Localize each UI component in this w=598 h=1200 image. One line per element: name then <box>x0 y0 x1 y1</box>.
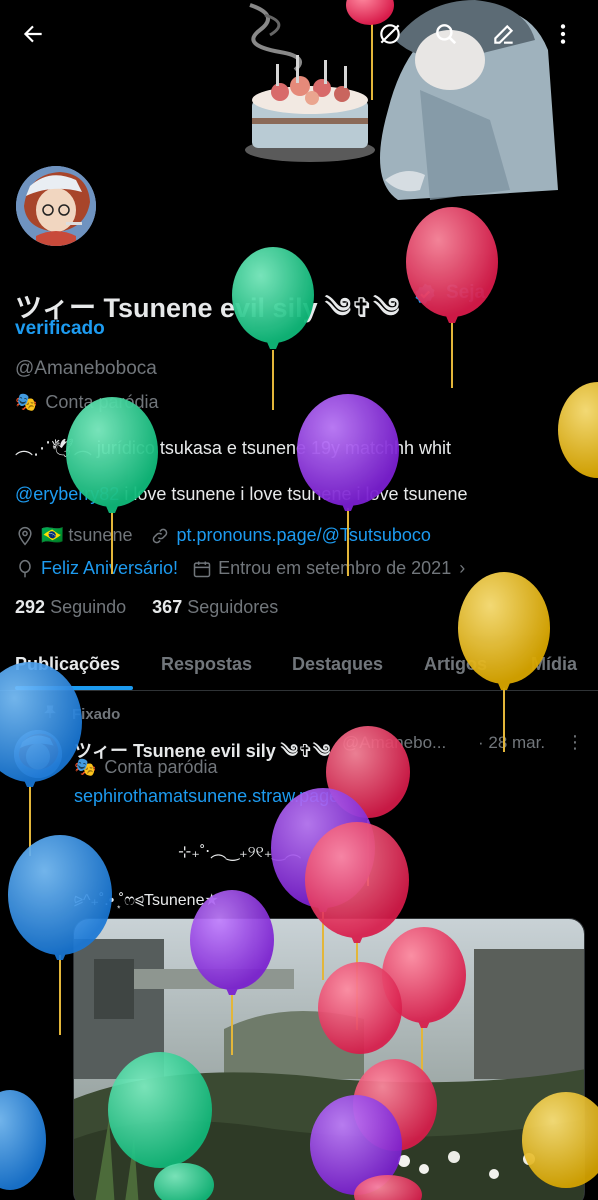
pinned-indicator: Fixado <box>42 704 120 724</box>
post-text-line-1: ⊹₊˚‧︵‿₊୨୧₊‿︵ <box>178 844 302 861</box>
bio-line-2: @eryberry82 i love tsunene i love tsunen… <box>15 484 468 505</box>
search-icon <box>436 24 457 45</box>
joined-date: Entrou em setembro de 2021 <box>218 558 452 578</box>
more-vertical-icon <box>560 24 566 44</box>
profile-avatar[interactable] <box>13 163 99 249</box>
profile-meta-row-1: 🇧🇷 tsunene pt.pronouns.page/@Tsutsuboco <box>15 525 431 546</box>
theater-masks-icon: 🎭 <box>15 392 38 412</box>
followers-label: Seguidores <box>187 597 279 617</box>
link-icon <box>150 526 170 546</box>
edit-button[interactable] <box>484 14 524 54</box>
birthday-link[interactable]: Feliz Aniversário! <box>41 558 178 579</box>
post-author-handle[interactable]: @Amanebo... <box>342 733 446 753</box>
post-media-image[interactable] <box>73 918 585 1200</box>
no-notifications-icon <box>380 24 400 44</box>
pinned-label: Fixado <box>72 705 121 723</box>
get-verified-link[interactable]: Seja <box>446 282 485 304</box>
ruins-scene-image <box>74 919 584 1200</box>
tab-respostas[interactable]: Respostas <box>161 654 252 675</box>
search-button[interactable] <box>426 14 466 54</box>
profile-banner <box>0 0 598 205</box>
following-count: 292 <box>15 597 46 617</box>
calendar-icon <box>192 559 212 579</box>
profile-tabs: Publicações Respostas Destaques Artigos … <box>0 640 598 691</box>
disable-notifications-button[interactable] <box>370 14 410 54</box>
post-more-icon[interactable]: ⋮ <box>566 732 584 753</box>
bio-line-1: ︵⋰🕊︵ jurídico tsukasa e tsunene 19y matc… <box>15 438 452 458</box>
get-verified-link-continued[interactable]: verificado <box>15 318 105 340</box>
profile-handle: @Amaneboboca <box>15 358 157 379</box>
post-link[interactable]: sephirothamatsunene.straw.page <box>74 786 339 807</box>
verified-badge-icon[interactable] <box>413 282 437 306</box>
location-text: 🇧🇷 tsunene <box>41 525 133 545</box>
location-pin-icon <box>15 526 35 546</box>
following-link[interactable]: 292 Seguindo <box>15 597 126 617</box>
bio-mention-link[interactable]: @eryberry82 <box>15 484 119 504</box>
following-label: Seguindo <box>50 597 127 617</box>
edit-icon <box>494 24 514 44</box>
bio-line-2-text: i love tsunene i love tsunene i love tsu… <box>119 484 468 504</box>
back-button[interactable] <box>13 14 53 54</box>
post-date[interactable]: · 28 mar. <box>478 733 545 753</box>
back-arrow-icon <box>23 25 42 43</box>
balloon-icon <box>15 559 35 579</box>
followers-link[interactable]: 367 Seguidores <box>152 597 278 617</box>
more-options-button[interactable] <box>543 14 583 54</box>
tab-publicacoes[interactable]: Publicações <box>15 654 120 675</box>
avatar-image <box>16 166 96 246</box>
pin-icon <box>42 704 58 724</box>
parody-account-label: 🎭 Conta paródia <box>15 392 159 413</box>
tab-artigos[interactable]: Artigos <box>424 654 487 675</box>
parody-label-text: Conta paródia <box>45 392 159 412</box>
post-author-avatar[interactable] <box>14 730 62 778</box>
active-tab-indicator <box>15 686 133 690</box>
profile-name: ツィー Tsunene evil sily ༄✞༄ <box>15 293 400 323</box>
post-parody-label: 🎭 Conta paródia <box>74 757 218 778</box>
tab-midia[interactable]: Mídia <box>531 654 577 675</box>
follow-stats: 292 Seguindo 367 Seguidores <box>15 597 278 618</box>
post-parody-text: Conta paródia <box>104 757 218 777</box>
website-link[interactable]: pt.pronouns.page/@Tsutsuboco <box>176 525 430 546</box>
profile-meta-row-2: Feliz Aniversário! Entrou em setembro de… <box>15 558 465 579</box>
tab-destaques[interactable]: Destaques <box>292 654 383 675</box>
post-text-line-2: ⪩^₊˚.• ͙˚ෆ⪨Tsunene★ <box>74 892 219 909</box>
followers-count: 367 <box>152 597 183 617</box>
theater-masks-icon: 🎭 <box>74 757 97 777</box>
chevron-right-icon[interactable]: › <box>459 558 465 579</box>
